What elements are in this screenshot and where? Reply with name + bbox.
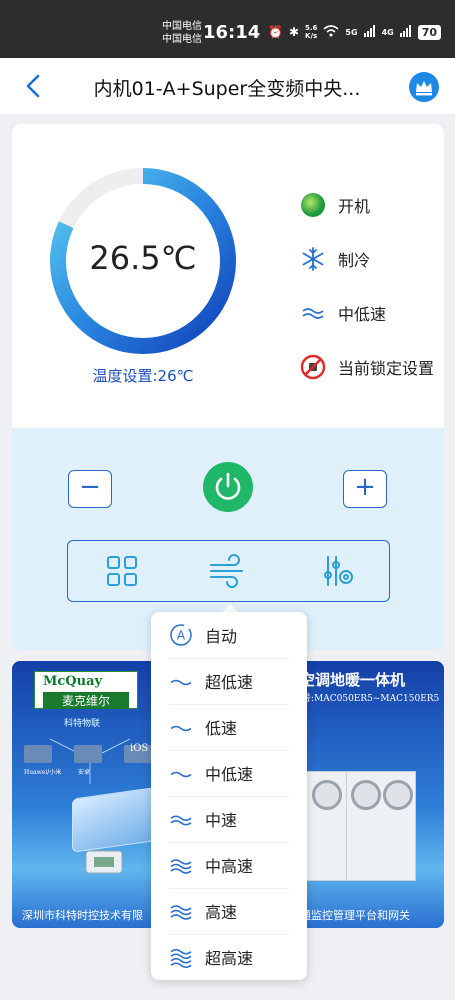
signal-5g-label: 5G (345, 27, 358, 37)
net-speed-unit: K/s (305, 32, 318, 40)
svg-text:A: A (177, 629, 186, 643)
fan-speed-option[interactable]: 低速 (151, 704, 307, 750)
snowflake-icon (300, 246, 326, 272)
menu-divider (169, 796, 289, 797)
sliders-gear-icon (324, 556, 353, 586)
signal-4g-label: 4G (381, 27, 394, 37)
fan-speed-option-label: 自动 (205, 627, 238, 646)
fan-speed-icon (300, 300, 326, 326)
title-bar: 内机01-A+Super全变频中央... (0, 58, 455, 114)
fan-speed-option[interactable]: A 自动 (151, 612, 307, 658)
temperature-increase-button[interactable]: + (343, 470, 387, 508)
brand-name: McQuay (43, 674, 103, 689)
fan-speed-option-label: 中高速 (205, 857, 254, 876)
fan-speed-option-label: 高速 (205, 903, 238, 922)
carrier-1: 中国电信 (162, 21, 202, 32)
brand-name-cn: 麦克维尔 (43, 692, 129, 709)
menu-divider (169, 750, 289, 751)
banner-footer-right: 通监控管理平台和网关 (300, 909, 410, 922)
mode-menu-button[interactable] (104, 553, 140, 589)
fan-speed-option-label: 超低速 (205, 673, 254, 692)
auto-mode-icon: A (169, 623, 193, 647)
banner-model: 号:MAC050ER5~MAC150ER5 (302, 694, 440, 704)
fan-speed-option-label: 中速 (205, 811, 238, 830)
temperature-decrease-button[interactable]: − (68, 470, 112, 508)
net-speed: 5.6 K/s (305, 24, 317, 40)
temperature-setting: 温度设置:26℃ (92, 367, 194, 385)
signal-bars-icon-2 (399, 24, 412, 40)
status-row-power: 开机 (300, 178, 434, 232)
power-button[interactable] (203, 462, 253, 512)
back-button[interactable] (22, 72, 46, 100)
menu-divider (169, 658, 289, 659)
fan-speed-option[interactable]: 中低速 (151, 750, 307, 796)
current-temperature: 26.5℃ (89, 239, 197, 277)
battery-indicator: 70 (417, 24, 442, 40)
app-label-2: 安卓 (78, 769, 91, 776)
status-list: 开机 制冷 中低速 当前锁定设置 (300, 178, 434, 394)
fan-speed-option-label: 中低速 (205, 765, 254, 784)
wind-icon (210, 554, 243, 588)
fan-speed-option[interactable]: 高速 (151, 888, 307, 934)
wifi-icon (323, 24, 339, 40)
ac-unit-image-large (346, 771, 416, 881)
thermostat-panel: 26.5℃ 温度设置:26℃ 开机 制冷 中低速 当前锁定设置 − + (12, 124, 444, 650)
fan-speed-option-label: 低速 (205, 719, 238, 738)
fan-speed-option[interactable]: 超高速 (151, 934, 307, 980)
status-row-lock: 当前锁定设置 (300, 340, 434, 394)
menu-divider (169, 842, 289, 843)
wave-1-icon (169, 669, 193, 693)
fan-speed-option-label: 超高速 (205, 949, 254, 968)
settings-button[interactable] (320, 553, 356, 589)
lock-prohibited-icon (300, 354, 326, 380)
status-row-fan: 中低速 (300, 286, 434, 340)
carrier-info: 中国电信 中国电信 (162, 20, 202, 46)
status-label-power: 开机 (338, 197, 371, 216)
mcquay-logo: McQuay 麦克维尔 (34, 671, 138, 709)
bluetooth-icon: ✱ (288, 25, 300, 39)
net-speed-value: 5.6 (305, 24, 318, 32)
wave-3-icon (169, 853, 193, 877)
banner-footer-left: 深圳市科特时控技术有限 (22, 909, 143, 922)
network-diagram-image (24, 738, 152, 784)
vip-button[interactable] (409, 72, 439, 102)
status-row-mode: 制冷 (300, 232, 434, 286)
tech-label: 科特物联 (64, 719, 101, 729)
crown-icon (416, 81, 432, 96)
app-label-1: Huawei/小米 (24, 769, 62, 776)
menu-divider (169, 704, 289, 705)
page-title: 内机01-A+Super全变频中央... (93, 78, 361, 100)
power-icon (215, 472, 241, 500)
status-label-lock: 当前锁定设置 (338, 359, 435, 378)
chevron-left-icon (26, 74, 40, 98)
menu-divider (169, 934, 289, 935)
wave-4-icon (169, 945, 193, 969)
banner-headline: 空调地暖一体机 (300, 671, 406, 689)
wave-3-icon (169, 899, 193, 923)
connector-image (85, 850, 123, 874)
fan-speed-menu: A 自动超低速低速中低速中速中高速高速超高速 (151, 612, 307, 980)
app-label-3: iOS (130, 743, 149, 754)
fan-speed-option[interactable]: 中速 (151, 796, 307, 842)
fan-speed-button[interactable] (208, 553, 248, 589)
mode-bar (67, 540, 390, 602)
wave-2-icon (169, 807, 193, 831)
menu-divider (169, 888, 289, 889)
fan-speed-option[interactable]: 超低速 (151, 658, 307, 704)
status-label-fan: 中低速 (338, 305, 387, 324)
status-bar: 中国电信 中国电信 16:14 ⏰ ✱ 5.6 K/s 5G 4G 70 (0, 0, 455, 58)
power-status-icon (300, 192, 326, 218)
clock: 16:14 (203, 22, 261, 43)
status-label-mode: 制冷 (338, 251, 371, 270)
wave-1-icon (169, 715, 193, 739)
wave-1-icon (169, 761, 193, 785)
grid-icon (107, 556, 137, 586)
fan-speed-option[interactable]: 中高速 (151, 842, 307, 888)
alarm-icon: ⏰ (268, 25, 283, 39)
carrier-2: 中国电信 (162, 34, 202, 45)
ac-unit-image-small (306, 771, 348, 881)
signal-bars-icon (363, 24, 376, 40)
status-icons: ⏰ ✱ 5.6 K/s 5G 4G 70 (268, 24, 442, 40)
